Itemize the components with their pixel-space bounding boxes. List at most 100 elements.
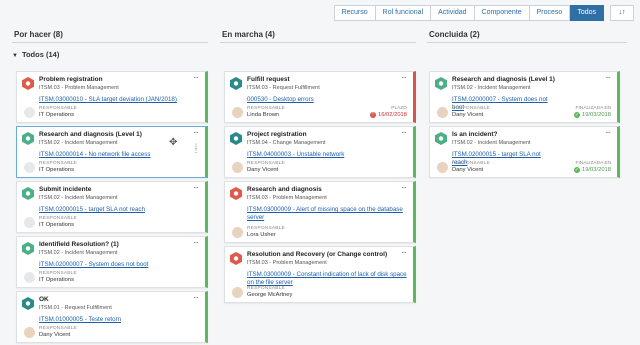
responsible-label: RESPONSABLE [39,326,77,331]
date-value: 19/03/2018 [581,112,611,118]
more-options-icon[interactable]: ··· [193,238,199,247]
card-link[interactable]: 000530 - Desktop errors [247,96,352,104]
task-card[interactable]: Research and diagnosis ITSM.03 - Problem … [224,181,416,243]
card-link[interactable]: ITSM.02000015 - target SLA not reach [39,206,199,214]
responsible-name: George McArtney [247,292,293,298]
card-title: Research and diagnosis [247,186,322,193]
card-link[interactable]: ITSM.03000010 - SLA target deviation (JA… [39,96,199,104]
due-date: ! 16/02/2018 [369,112,407,118]
move-icon[interactable]: ✥ [169,137,177,148]
responsible-label: RESPONSABLE [247,106,285,111]
finished-date: ✓ 19/03/2018 [573,167,611,173]
request-hexagon-icon [22,297,34,310]
more-options-icon[interactable]: ··· [401,183,407,192]
card-link[interactable]: ITSM.02000007 - System does not boot [39,261,199,269]
card-link[interactable]: ITSM.04000003 - Unstable network [247,151,407,159]
card-title: Identifield Resolution? (1) [39,241,119,248]
more-options-icon[interactable]: ··· [401,128,407,137]
card-title: OK [39,296,49,303]
more-options-icon[interactable]: ··· [605,128,611,137]
responsible-label: RESPONSABLE [39,161,77,166]
more-options-icon[interactable]: ··· [193,73,199,82]
responsible-name: Lora Usher [247,232,276,238]
responsible-name: IT Operations [39,277,75,283]
more-options-icon[interactable]: ··· [193,293,199,302]
overdue-icon: ! [369,112,376,118]
due-label: PLAZO [391,106,407,111]
group-avatar-icon [24,162,35,173]
task-card[interactable]: Submit incidente ITSM.02 - Incident Manag… [16,181,208,233]
user-avatar [232,162,243,173]
task-card[interactable]: Identifield Resolution? (1) ITSM.02 - Inc… [16,236,208,288]
card-process: ITSM.03 - Problem Management [39,85,119,91]
card-link[interactable]: ITSM.03000009 - Alert of missing space o… [247,206,407,221]
more-options-icon[interactable]: ··· [401,73,407,82]
group-toggle[interactable]: ▼ Todos (14) [12,50,59,59]
more-options-icon[interactable]: ··· [193,183,199,192]
responsible-name: IT Operations [39,167,75,173]
column-divider [220,42,416,43]
task-card[interactable]: Project registration ITSM.04 - Change Man… [224,126,416,178]
filter-rol-funcional-button[interactable]: Rol funcional [375,5,432,21]
responsible-name: Dany Vicent [247,167,279,173]
drag-handle-icon[interactable]: ⋮ ⋮ [193,144,199,154]
card-process: ITSM.02 - Incident Management [452,140,531,146]
group-avatar-icon [24,107,35,118]
card-title: Fulfill request [247,76,290,83]
group-avatar-icon [24,272,35,283]
column-divider [12,42,208,43]
card-title: Research and diagnosis (Level 1) [39,131,142,138]
card-title: Is an incident? [452,131,498,138]
card-process: ITSM.03 - Request Fulfillment [247,85,320,91]
task-card[interactable]: Research and diagnosis (Level 1) ITSM.02 … [429,71,620,123]
card-link[interactable]: ITSM.01000005 - Teste retorn [39,316,199,324]
filter-proceso-button[interactable]: Proceso [529,5,571,21]
column-header-por-hacer: Por hacer (8) [14,30,63,39]
card-title: Problem registration [39,76,103,83]
user-avatar [232,227,243,238]
date-value: 19/03/2018 [581,167,611,173]
filter-actividad-button[interactable]: Actividad [431,5,475,21]
card-process: ITSM.02 - Incident Management [452,85,531,91]
sort-icon: ↓↑ [618,9,626,16]
more-options-icon[interactable]: ··· [401,248,407,257]
filter-recurso-button[interactable]: Recurso [333,5,376,21]
card-link[interactable]: ITSM.02000014 - No network file access [39,151,199,159]
responsible-label: RESPONSABLE [247,226,285,231]
column-header-en-marcha: En marcha (4) [222,30,275,39]
responsible-name: IT Operations [39,112,75,118]
column-divider [427,42,627,43]
responsible-label: RESPONSABLE [39,271,77,276]
finished-date: ✓ 19/03/2018 [573,112,611,118]
task-card[interactable]: Is an incident? ITSM.02 - Incident Manage… [429,126,620,178]
user-avatar [232,287,243,298]
filter-componente-button[interactable]: Componente [474,5,530,21]
more-options-icon[interactable]: ··· [193,128,199,137]
user-avatar [437,162,448,173]
more-options-icon[interactable]: ··· [605,73,611,82]
problem-hexagon-icon [230,252,242,265]
incident-hexagon-icon [22,187,34,200]
incident-hexagon-icon [435,132,447,145]
check-icon: ✓ [573,167,580,173]
date-value: 16/02/2018 [377,112,407,118]
responsible-name: IT Operations [39,222,75,228]
card-process: ITSM.03 - Problem Management [247,195,327,201]
change-hexagon-icon [230,132,242,145]
card-process: ITSM.02 - Incident Management [39,195,118,201]
user-avatar [24,327,35,338]
sort-button[interactable]: ↓↑ [610,5,634,21]
task-card[interactable]: OK ITSM.01 - Request Fulfillment ··· ITSM.0… [16,291,208,343]
user-avatar [437,107,448,118]
responsible-label: RESPONSABLE [452,161,490,166]
responsible-name: Dany Vicent [39,332,71,338]
task-card[interactable]: Fulfill request ITSM.03 - Request Fulfill… [224,71,416,123]
task-card[interactable]: Problem registration ITSM.03 - Problem Ma… [16,71,208,123]
check-icon: ✓ [573,112,580,118]
card-title: Submit incidente [39,186,92,193]
task-card[interactable]: Resolution and Recovery (or Change contr… [224,246,416,303]
card-link[interactable]: ITSM.03000009 - Constant indication of l… [247,271,407,286]
card-title: Research and diagnosis (Level 1) [452,76,555,83]
filter-todos-button[interactable]: Todos [570,5,604,21]
task-card[interactable]: Research and diagnosis (Level 1) ITSM.02 … [16,126,208,178]
